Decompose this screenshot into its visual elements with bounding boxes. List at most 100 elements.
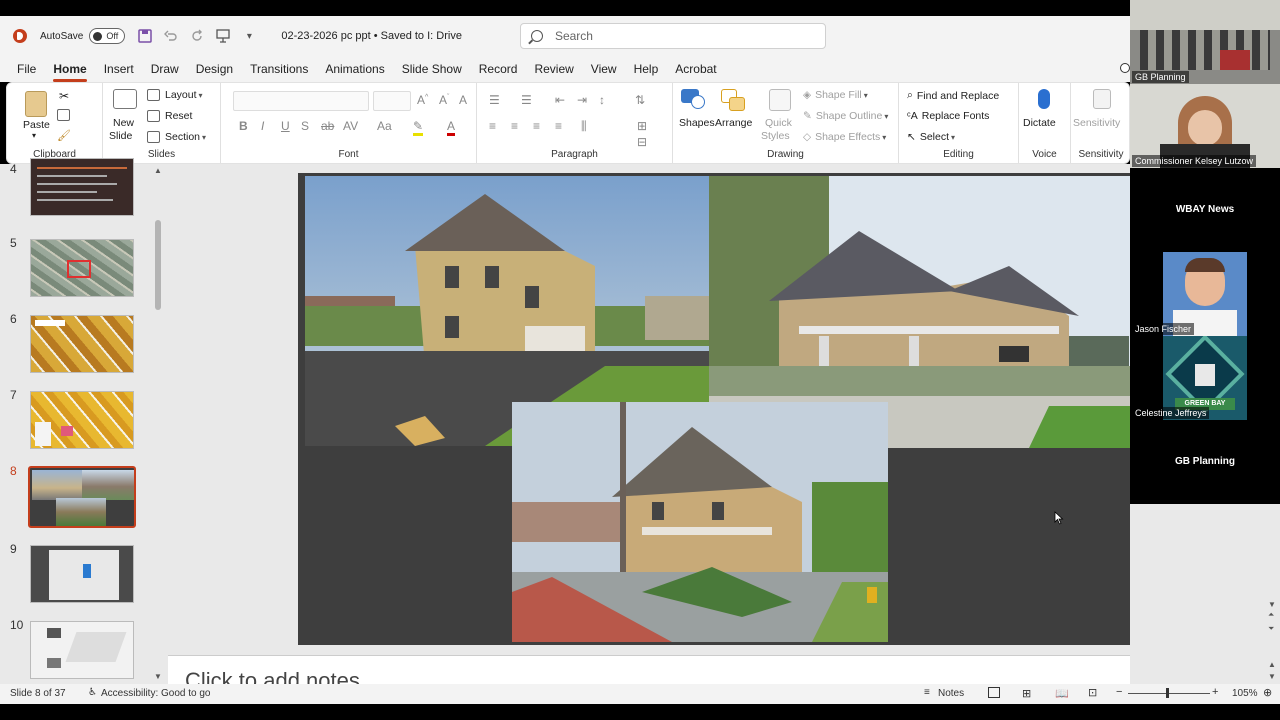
new-slide-icon[interactable]: [113, 89, 137, 109]
find-replace-button[interactable]: ⌕ Find and Replace: [907, 89, 999, 102]
align-text-icon[interactable]: ⊞: [637, 119, 647, 133]
reading-view-icon[interactable]: 📖: [1055, 687, 1069, 700]
menu-slide-show[interactable]: Slide Show: [402, 58, 462, 80]
paste-icon[interactable]: [25, 91, 47, 117]
new-slide-label-2[interactable]: Slide: [109, 130, 132, 142]
present-icon[interactable]: [215, 28, 231, 44]
notes-scroll-down-icon[interactable]: ▼: [1268, 672, 1276, 681]
select-button[interactable]: ↖ Select ▾: [907, 131, 955, 143]
sensitivity-button[interactable]: Sensitivity: [1073, 117, 1120, 129]
shapes-button[interactable]: Shapes: [679, 117, 715, 129]
video-tile-jason[interactable]: Jason Fischer: [1130, 252, 1280, 336]
highlight-icon[interactable]: ✎: [413, 119, 424, 136]
bold-icon[interactable]: B: [239, 119, 248, 133]
font-size-input[interactable]: [373, 91, 411, 111]
menu-insert[interactable]: Insert: [104, 58, 134, 80]
shapes-circle-icon[interactable]: [691, 95, 705, 109]
slide-thumbnail-9[interactable]: [30, 545, 134, 603]
zoom-level[interactable]: 105%: [1232, 688, 1258, 699]
shadow-icon[interactable]: S: [301, 119, 309, 133]
redo-icon[interactable]: [189, 28, 205, 44]
menu-file[interactable]: File: [17, 58, 36, 80]
font-color-icon[interactable]: A: [447, 119, 456, 136]
video-tile-celestine[interactable]: GREEN BAY Celestine Jeffreys: [1130, 336, 1280, 420]
thumb-scroll-down-icon[interactable]: ▼: [154, 672, 162, 681]
editor-scroll-down-icon[interactable]: ▼: [1268, 600, 1276, 609]
numbering-icon[interactable]: ☰: [521, 93, 532, 107]
text-direction-icon[interactable]: ⇅: [635, 93, 645, 107]
slide-sorter-icon[interactable]: ⊞: [1022, 687, 1031, 700]
menu-transitions[interactable]: Transitions: [250, 58, 308, 80]
dictate-button[interactable]: Dictate: [1023, 117, 1056, 129]
new-slide-label-1[interactable]: New: [113, 117, 134, 129]
slide-thumbnail-4[interactable]: [30, 158, 134, 216]
bullets-icon[interactable]: ☰: [489, 93, 500, 107]
zoom-out-icon[interactable]: −: [1116, 686, 1122, 698]
slide-thumbnail-5[interactable]: [30, 239, 134, 297]
accessibility-status[interactable]: Accessibility: Good to go: [101, 688, 211, 699]
slide-thumbnail-8[interactable]: [28, 466, 136, 528]
smartart-icon[interactable]: ⊟: [637, 135, 647, 149]
slide-canvas[interactable]: [298, 173, 1138, 645]
sensitivity-icon[interactable]: [1093, 89, 1111, 109]
undo-icon[interactable]: [163, 28, 179, 44]
section-button[interactable]: Section ▾: [147, 131, 206, 143]
menu-record[interactable]: Record: [479, 58, 518, 80]
align-right-icon[interactable]: ≡: [533, 119, 540, 133]
microphone-icon[interactable]: [1038, 89, 1050, 109]
house-photo-3[interactable]: [512, 402, 888, 642]
cut-icon[interactable]: ✂: [59, 89, 69, 103]
increase-indent-icon[interactable]: ⇥: [577, 93, 587, 107]
reset-button[interactable]: Reset: [147, 110, 192, 122]
justify-icon[interactable]: ≡: [555, 119, 562, 133]
notes-pane[interactable]: Click to add notes: [168, 655, 1130, 685]
thumb-scroll-up-icon[interactable]: ▲: [154, 166, 162, 175]
format-painter-icon[interactable]: 🖌: [57, 129, 71, 142]
layout-button[interactable]: Layout ▾: [147, 89, 203, 101]
quick-styles-label-1[interactable]: Quick: [765, 117, 792, 129]
slide-thumbnail-7[interactable]: [30, 391, 134, 449]
menu-design[interactable]: Design: [196, 58, 233, 80]
quick-styles-label-2[interactable]: Styles: [761, 130, 790, 142]
strikethrough-icon[interactable]: ab: [321, 119, 334, 133]
menu-animations[interactable]: Animations: [325, 58, 384, 80]
notes-scroll-up-icon[interactable]: ▲: [1268, 660, 1276, 669]
slideshow-view-icon[interactable]: ⊡: [1088, 686, 1097, 699]
grow-font-icon[interactable]: A^: [417, 93, 428, 107]
line-spacing-icon[interactable]: ↕: [599, 93, 605, 107]
slide-thumbnail-6[interactable]: [30, 315, 134, 373]
document-title[interactable]: 02-23-2026 pc ppt • Saved to I: Drive: [281, 30, 462, 42]
align-left-icon[interactable]: ≡: [489, 119, 496, 133]
autosave-toggle[interactable]: Off: [89, 28, 126, 44]
next-slide-icon[interactable]: ⏷: [1268, 624, 1274, 634]
notes-button[interactable]: Notes: [938, 688, 964, 699]
fit-to-window-icon[interactable]: ⊕: [1263, 686, 1272, 699]
menu-view[interactable]: View: [591, 58, 617, 80]
normal-view-icon[interactable]: [988, 687, 1000, 698]
customize-toolbar-icon[interactable]: ▾: [241, 28, 257, 44]
arrange-icon-2[interactable]: [729, 97, 745, 111]
italic-icon[interactable]: I: [261, 119, 264, 133]
paste-chevron-icon[interactable]: ▾: [32, 131, 36, 140]
decrease-indent-icon[interactable]: ⇤: [555, 93, 565, 107]
video-tile-room[interactable]: GB Planning: [1130, 0, 1280, 84]
columns-icon[interactable]: ⫼: [581, 119, 587, 134]
prev-slide-icon[interactable]: ⏶: [1268, 610, 1274, 620]
video-tile-wbay[interactable]: WBAY News: [1130, 168, 1280, 252]
copy-icon[interactable]: [57, 109, 75, 121]
search-input[interactable]: Search: [519, 23, 826, 49]
zoom-in-icon[interactable]: +: [1212, 686, 1218, 698]
thumbnail-scrollbar[interactable]: [155, 220, 161, 310]
align-center-icon[interactable]: ≡: [511, 119, 518, 133]
shape-fill-button[interactable]: ◈ Shape Fill ▾: [803, 89, 868, 101]
underline-icon[interactable]: U: [281, 119, 290, 133]
clear-formatting-icon[interactable]: A: [459, 93, 467, 107]
zoom-slider-thumb[interactable]: [1166, 688, 1169, 698]
replace-fonts-button[interactable]: ᶜA Replace Fonts: [907, 110, 989, 122]
menu-help[interactable]: Help: [634, 58, 659, 80]
slide-thumbnails-pane[interactable]: 4 5 6 7 8 9 10 ▲ ▼: [0, 158, 168, 684]
zoom-slider[interactable]: [1128, 693, 1210, 694]
menu-home[interactable]: Home: [53, 58, 88, 82]
char-spacing-icon[interactable]: AV: [343, 119, 358, 133]
video-tile-gb-planning[interactable]: GB Planning: [1130, 420, 1280, 504]
